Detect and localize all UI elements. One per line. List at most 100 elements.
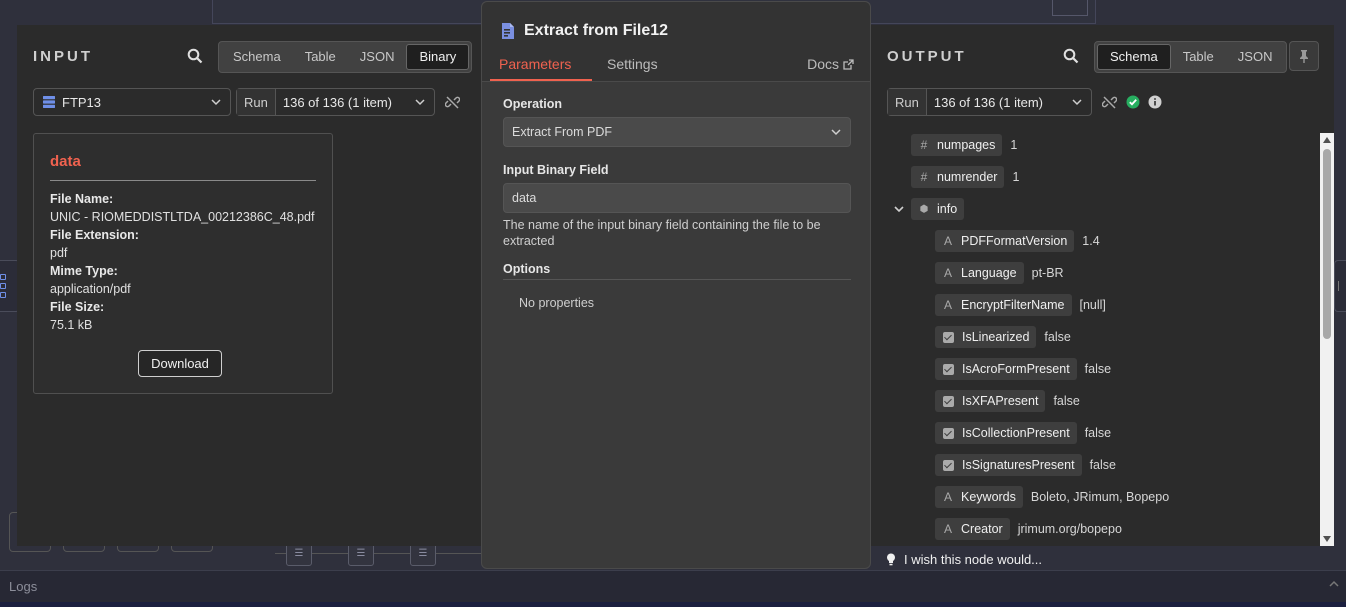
node-panel-toggle-right[interactable]: [1334, 260, 1346, 312]
canvas-minimap: [1052, 0, 1088, 16]
schema-row[interactable]: IsCollectionPresent false: [935, 421, 1111, 445]
input-tab-binary[interactable]: Binary: [406, 44, 470, 70]
download-button[interactable]: Download: [138, 350, 222, 377]
schema-field-key: Keywords: [961, 490, 1016, 504]
scroll-up-arrow[interactable]: [1323, 137, 1331, 143]
schema-field-pill[interactable]: # numpages: [911, 134, 1003, 156]
grid-icon: [0, 274, 6, 280]
input-node-select[interactable]: FTP13: [33, 88, 231, 116]
scroll-down-arrow[interactable]: [1323, 536, 1331, 542]
input-tab-schema[interactable]: Schema: [221, 44, 293, 70]
number-type-icon: #: [920, 170, 928, 184]
output-tab-schema[interactable]: Schema: [1097, 44, 1171, 70]
external-link-icon: [843, 58, 854, 70]
boolean-type-icon: [943, 395, 954, 407]
schema-field-pill[interactable]: IsLinearized: [935, 326, 1037, 348]
schema-field-value: false: [1084, 362, 1112, 376]
input-tab-table[interactable]: Table: [293, 44, 348, 70]
input-binary-field-hint: The name of the input binary field conta…: [503, 218, 821, 248]
input-search-button[interactable]: [184, 45, 206, 67]
schema-row[interactable]: IsXFAPresent false: [935, 389, 1080, 413]
run-success-status: [1125, 94, 1140, 109]
output-unlink-runs-button[interactable]: [1100, 92, 1118, 112]
run-prefix: Run: [888, 89, 927, 115]
node-title[interactable]: Extract from File12: [524, 22, 668, 40]
file-extension-value: pdf: [50, 246, 68, 260]
schema-field-pill[interactable]: A EncryptFilterName: [935, 294, 1072, 316]
input-node-name: FTP13: [62, 94, 102, 110]
operation-value: Extract From PDF: [512, 125, 613, 139]
number-type-icon: #: [920, 138, 928, 152]
input-binary-field-input[interactable]: data: [503, 183, 851, 213]
output-tab-table[interactable]: Table: [1171, 44, 1226, 70]
schema-field-pill[interactable]: A Keywords: [935, 486, 1023, 508]
search-icon: [187, 48, 203, 64]
schema-row[interactable]: A PDFFormatVersion 1.4: [935, 229, 1100, 253]
schema-field-value: false: [1053, 394, 1080, 408]
schema-row[interactable]: IsSignaturesPresent false: [935, 453, 1116, 477]
object-type-icon: ⬢: [919, 203, 929, 215]
node-settings-panel: Extract from File12 Parameters Settings …: [481, 1, 871, 569]
divider: [50, 180, 316, 181]
schema-field-value: Boleto, JRimum, Bopepo: [1030, 490, 1170, 504]
input-run-value: 136 of 136 (1 item): [282, 94, 392, 110]
input-panel-title: INPUT: [33, 48, 93, 65]
schema-row[interactable]: A EncryptFilterName [null]: [935, 293, 1106, 317]
schema-field-key: Creator: [961, 522, 1003, 536]
schema-field-pill[interactable]: ⬢ info: [911, 198, 965, 220]
chevron-down-icon: [211, 99, 221, 106]
node-header: Extract from File12 Parameters Settings …: [482, 2, 870, 82]
schema-row[interactable]: A Keywords Boleto, JRimum, Bopepo: [935, 485, 1169, 509]
output-run-select[interactable]: Run 136 of 136 (1 item): [887, 88, 1092, 116]
schema-field-key: Language: [961, 266, 1017, 280]
chevron-up-icon: [1329, 580, 1339, 587]
schema-row[interactable]: # numpages 1: [911, 133, 1017, 157]
binary-field-name: data: [50, 153, 81, 170]
input-run-select[interactable]: Run 136 of 136 (1 item): [236, 88, 435, 116]
string-type-icon: A: [943, 234, 952, 248]
divider: [503, 279, 851, 280]
input-tab-json[interactable]: JSON: [348, 44, 407, 70]
lightbulb-icon: [887, 553, 895, 566]
schema-field-pill[interactable]: A Language: [935, 262, 1024, 284]
output-search-button[interactable]: [1060, 45, 1082, 67]
schema-row[interactable]: # numrender 1: [911, 165, 1019, 189]
schema-row[interactable]: A Creator jrimum.org/bopepo: [935, 517, 1122, 541]
schema-field-pill[interactable]: IsXFAPresent: [935, 390, 1046, 412]
pin-icon: [1300, 50, 1308, 63]
schema-field-pill[interactable]: # numrender: [911, 166, 1005, 188]
file-name-value: UNIC - RIOMEDDISTLTDA_00212386C_48.pdf: [50, 210, 315, 224]
schema-field-value: 1.4: [1082, 234, 1100, 248]
schema-row[interactable]: A Language pt-BR: [935, 261, 1064, 285]
output-scrollbar[interactable]: [1320, 133, 1334, 546]
schema-field-pill[interactable]: A PDFFormatVersion: [935, 230, 1075, 252]
schema-row[interactable]: ⬢ info: [894, 197, 965, 221]
pin-data-button[interactable]: [1289, 41, 1319, 71]
tab-settings[interactable]: Settings: [607, 56, 658, 72]
grid-icon-cell: [0, 283, 6, 289]
schema-field-pill[interactable]: IsCollectionPresent: [935, 422, 1077, 444]
string-type-icon: A: [943, 298, 952, 312]
handle-icon: [1338, 281, 1342, 291]
schema-field-value: 1: [1012, 170, 1020, 184]
schema-field-pill[interactable]: IsSignaturesPresent: [935, 454, 1082, 476]
search-icon: [1063, 48, 1079, 64]
chevron-down-icon[interactable]: [893, 203, 905, 215]
feedback-link[interactable]: I wish this node would...: [886, 552, 1042, 567]
schema-field-key: IsXFAPresent: [962, 394, 1039, 408]
schema-field-value: jrimum.org/bopepo: [1017, 522, 1122, 536]
run-info-button[interactable]: [1147, 94, 1162, 109]
operation-select[interactable]: Extract From PDF: [503, 117, 851, 147]
logs-label: Logs: [9, 579, 38, 594]
scrollbar-thumb[interactable]: [1323, 149, 1331, 339]
logs-bar[interactable]: Logs: [0, 570, 1346, 602]
string-type-icon: A: [943, 522, 952, 536]
schema-field-pill[interactable]: IsAcroFormPresent: [935, 358, 1077, 380]
schema-row[interactable]: IsAcroFormPresent false: [935, 357, 1111, 381]
tab-parameters[interactable]: Parameters: [499, 56, 571, 72]
output-tab-json[interactable]: JSON: [1226, 44, 1285, 70]
schema-field-pill[interactable]: A Creator: [935, 518, 1010, 540]
docs-link[interactable]: Docs: [807, 56, 854, 72]
unlink-runs-button[interactable]: [443, 92, 461, 112]
schema-row[interactable]: IsLinearized false: [935, 325, 1071, 349]
